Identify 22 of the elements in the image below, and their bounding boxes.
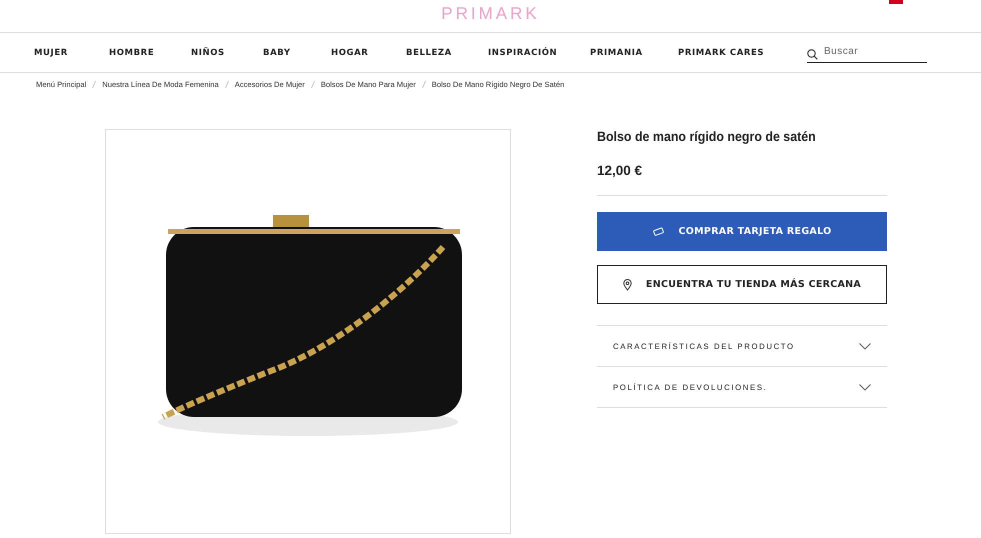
separator-icon xyxy=(310,80,315,88)
nav-link[interactable]: PRIMARK CARES xyxy=(678,48,806,58)
nav-link[interactable]: MUJER xyxy=(34,48,109,58)
nav-link[interactable]: PRIMANIA xyxy=(590,48,678,58)
search-icon xyxy=(807,49,818,60)
location-pin-icon xyxy=(622,278,632,290)
nav-link[interactable]: NIÑOS xyxy=(191,48,263,58)
product-title: Bolso de mano rígido negro de satén xyxy=(597,129,817,144)
separator-icon xyxy=(224,80,229,88)
gift-card-button[interactable]: COMPRAR TARJETA REGALO xyxy=(597,212,887,251)
nav-link[interactable]: HOGAR xyxy=(331,48,406,58)
separator-icon xyxy=(422,80,426,88)
product-price: 12,00 € xyxy=(597,163,644,178)
store-locator-button[interactable]: ENCUENTRA TU TIENDA MÁS CERCANA xyxy=(597,265,887,304)
separator-icon xyxy=(92,80,96,88)
search-field[interactable]: Buscar xyxy=(807,46,927,63)
nav-link[interactable]: BABY xyxy=(263,48,331,58)
flag-icon[interactable] xyxy=(889,0,903,4)
nav-link[interactable]: HOMBRE xyxy=(109,48,191,58)
card-icon xyxy=(652,227,665,236)
nav-link[interactable]: INSPIRACIÓN xyxy=(488,48,590,58)
nav-link[interactable]: BELLEZA xyxy=(406,48,488,58)
